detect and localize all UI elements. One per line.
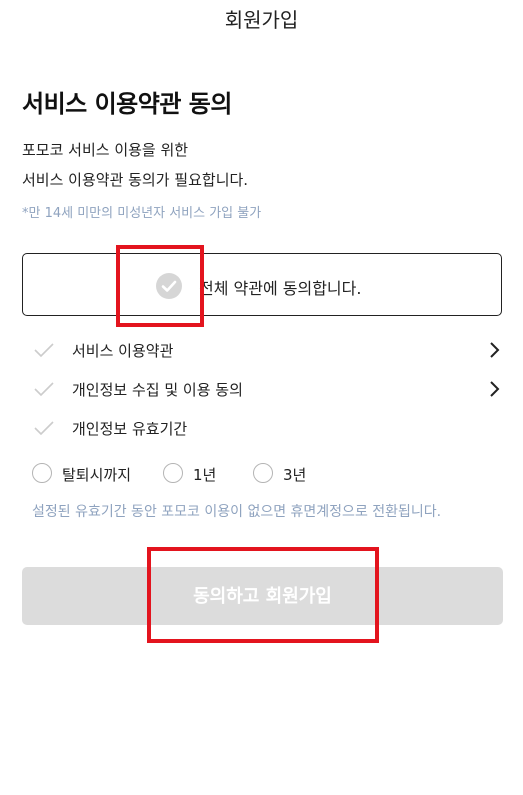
page-title: 회원가입	[224, 8, 299, 32]
radio-label: 1년	[193, 466, 217, 484]
radio-circle[interactable]	[163, 463, 183, 483]
section-heading: 서비스 이용약관 동의	[22, 90, 232, 118]
check-icon[interactable]	[34, 342, 54, 362]
agree-and-signup-button[interactable]: 동의하고 회원가입	[22, 567, 503, 625]
term-label-privacy: 개인정보 수집 및 이용 동의	[72, 381, 243, 399]
term-label-service: 서비스 이용약관	[72, 342, 174, 360]
radio-label: 3년	[283, 466, 307, 484]
term-row-service[interactable]: 서비스 이용약관	[22, 336, 502, 366]
radio-1-year[interactable]: 1년	[163, 462, 243, 488]
radio-3-years[interactable]: 3년	[253, 462, 333, 488]
description-line-1: 포모코 서비스 이용을 위한	[22, 141, 189, 159]
radio-circle[interactable]	[32, 463, 52, 483]
agree-all-button[interactable]: 전체 약관에 동의합니다.	[22, 253, 502, 316]
check-circle-icon[interactable]	[156, 273, 182, 299]
chevron-right-icon[interactable]	[488, 380, 500, 402]
radio-until-withdrawal[interactable]: 탈퇴시까지	[32, 462, 152, 488]
agree-all-label: 전체 약관에 동의합니다.	[199, 279, 362, 298]
term-row-privacy[interactable]: 개인정보 수집 및 이용 동의	[22, 375, 502, 405]
chevron-right-icon[interactable]	[488, 341, 500, 363]
age-restriction-note: *만 14세 미만의 미성년자 서비스 가입 불가	[22, 206, 262, 221]
term-row-retention[interactable]: 개인정보 유효기간	[22, 414, 502, 444]
description-line-2: 서비스 이용약관 동의가 필요합니다.	[22, 171, 249, 189]
check-icon[interactable]	[34, 420, 54, 440]
check-icon[interactable]	[34, 381, 54, 401]
retention-note: 설정된 유효기간 동안 포모코 이용이 없으면 휴면계정으로 전환됩니다.	[32, 504, 442, 520]
radio-circle[interactable]	[253, 463, 273, 483]
radio-label: 탈퇴시까지	[62, 466, 132, 484]
term-label-retention: 개인정보 유효기간	[72, 420, 188, 438]
